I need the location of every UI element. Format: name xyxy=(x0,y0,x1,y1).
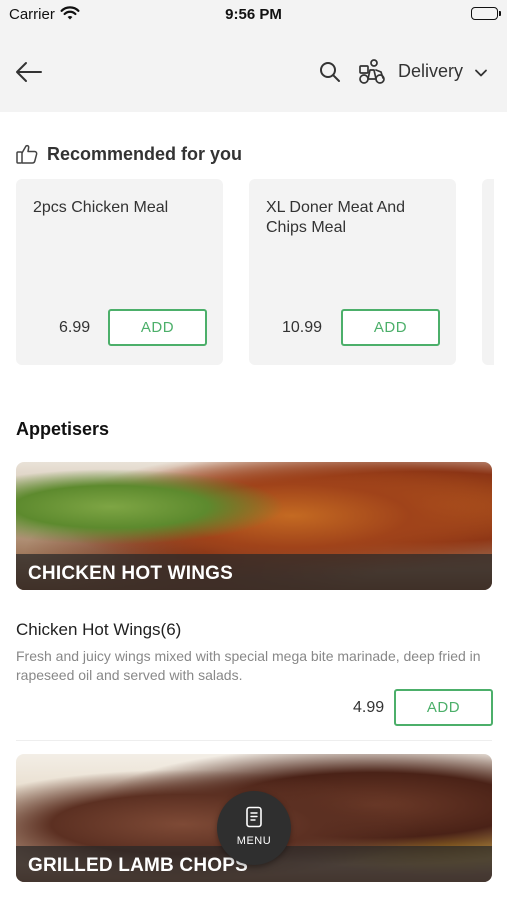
back-arrow-icon[interactable] xyxy=(14,59,44,85)
recommended-card[interactable]: XL Doner Meat And Chips Meal 10.99 ADD xyxy=(249,179,456,365)
chicken-wings-image[interactable]: CHICKEN HOT WINGS xyxy=(16,462,492,590)
recommended-item-price: 6.99 xyxy=(59,319,91,336)
recommended-card[interactable]: 2pcs Chicken Meal 6.99 ADD xyxy=(16,179,223,365)
hero-label: CHICKEN HOT WINGS xyxy=(28,563,234,584)
add-button[interactable]: ADD xyxy=(341,309,440,346)
status-bar: Carrier 9:56 PM xyxy=(0,0,507,32)
menu-item-name[interactable]: Chicken Hot Wings(6) xyxy=(16,620,181,640)
menu-button[interactable]: MENU xyxy=(217,791,291,865)
recommended-title: Recommended for you xyxy=(47,144,243,164)
add-button[interactable]: ADD xyxy=(108,309,207,346)
menu-item-description: Fresh and juicy wings mixed with special… xyxy=(16,648,481,683)
delivery-mode-label[interactable]: Delivery xyxy=(398,61,463,82)
status-time: 9:56 PM xyxy=(225,6,282,23)
nav-bar: Delivery xyxy=(0,32,507,112)
add-button[interactable]: ADD xyxy=(394,689,493,726)
recommended-item-name: 2pcs Chicken Meal xyxy=(33,199,169,216)
recommended-item-name: XL Doner Meat And Chips Meal xyxy=(266,199,406,236)
menu-button-label: MENU xyxy=(236,835,272,847)
hero-label: GRILLED LAMB CHOPS xyxy=(28,855,248,876)
menu-item-price: 4.99 xyxy=(353,699,385,716)
delivery-scooter-icon[interactable] xyxy=(357,58,387,86)
search-icon[interactable] xyxy=(318,60,342,84)
section-title: Appetisers xyxy=(16,419,110,439)
recommended-card-peek[interactable] xyxy=(482,179,494,365)
chevron-down-icon[interactable] xyxy=(473,65,489,81)
thumbs-up-icon xyxy=(15,142,39,166)
divider xyxy=(16,740,492,741)
battery-icon xyxy=(471,7,501,20)
menu-book-icon xyxy=(245,806,263,828)
recommended-item-price: 10.99 xyxy=(282,319,323,336)
